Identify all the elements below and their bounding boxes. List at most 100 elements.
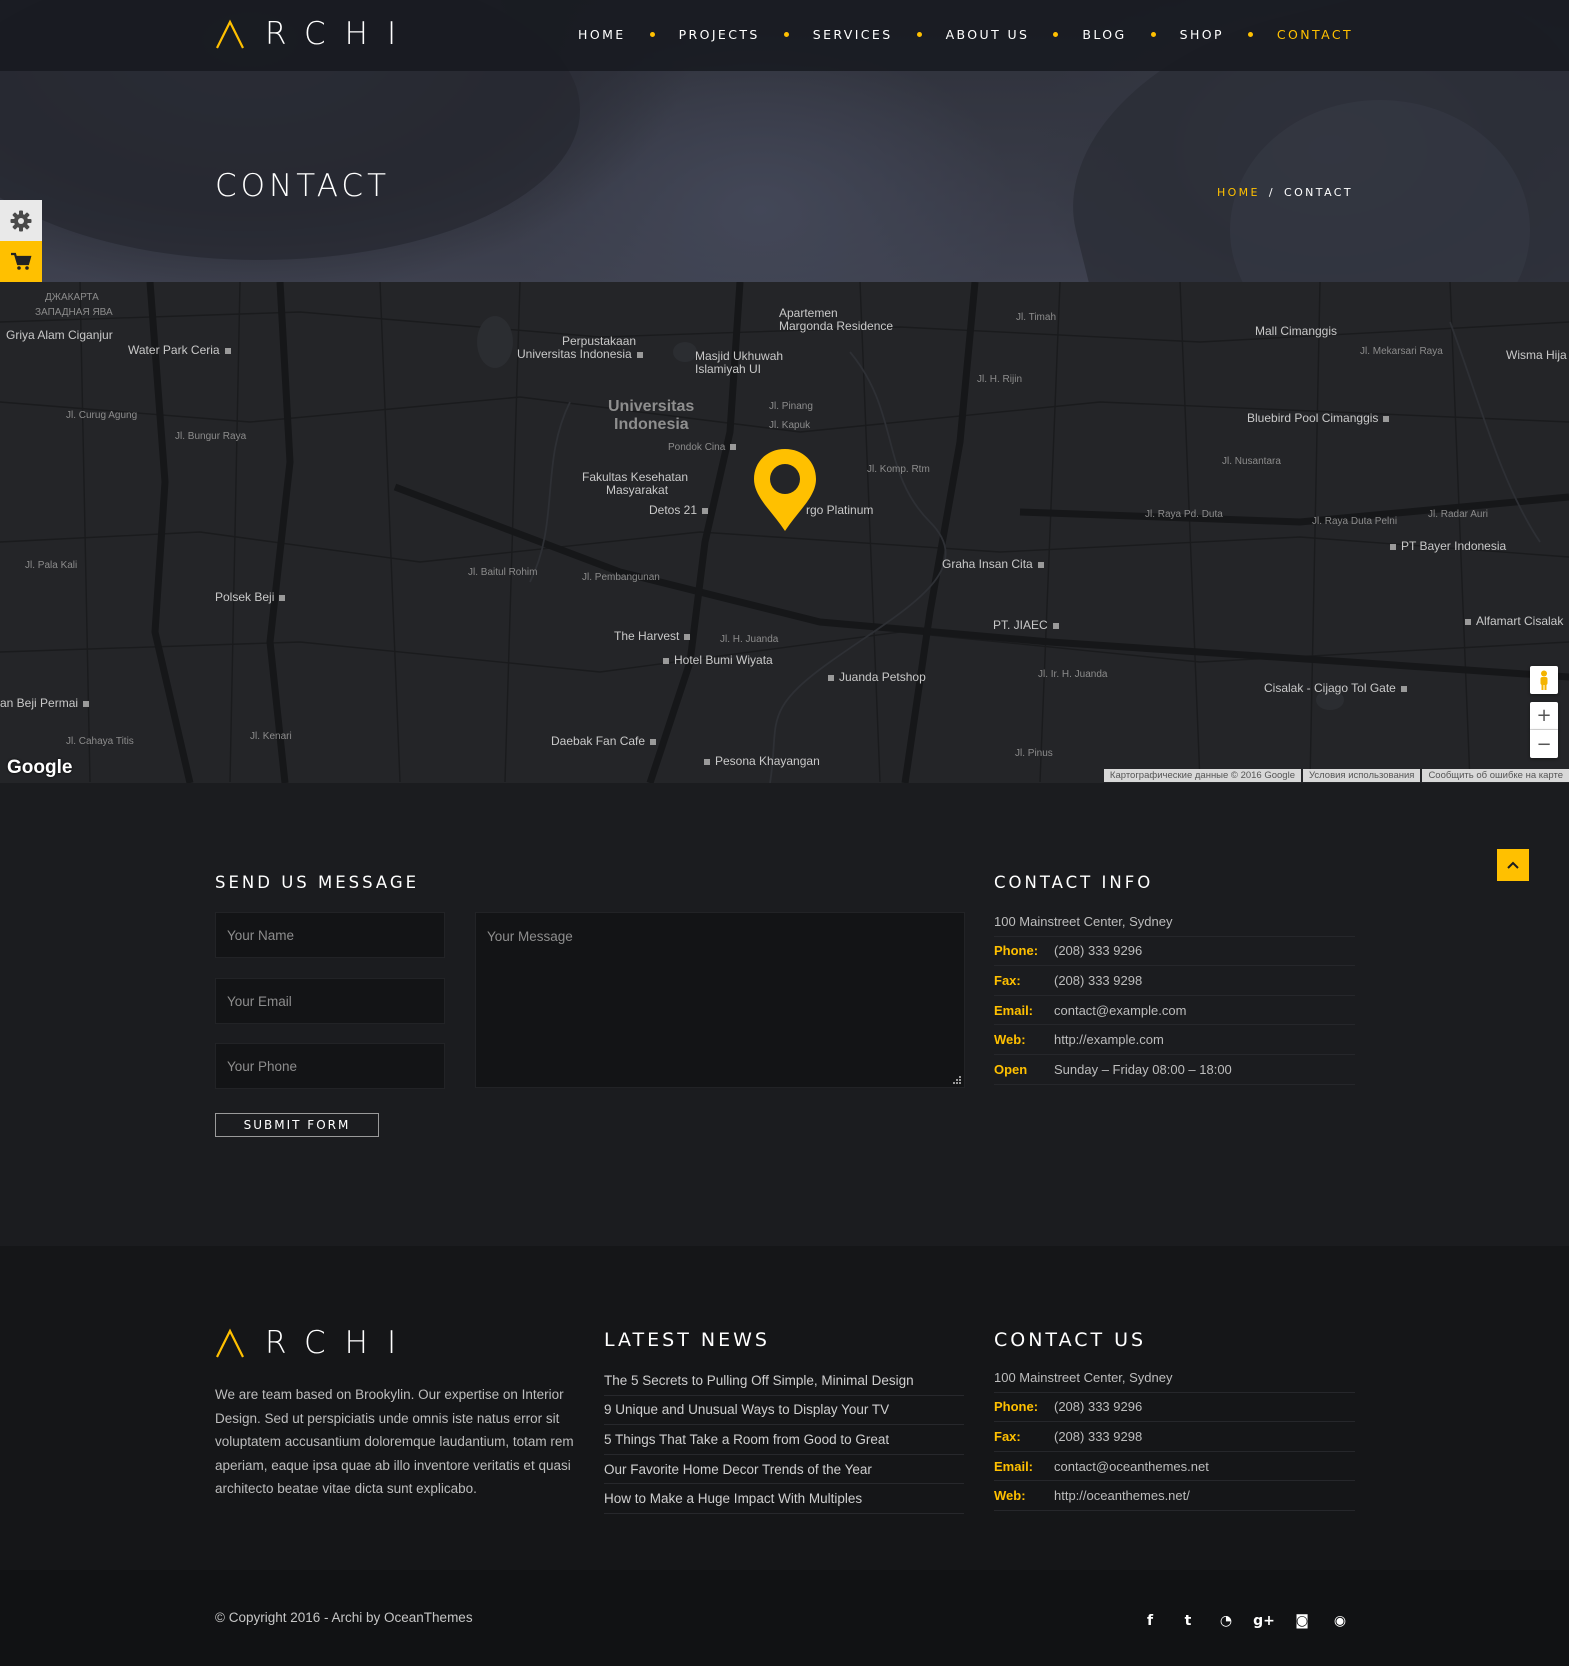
message-textarea[interactable]: Your Message <box>475 912 965 1088</box>
news-item[interactable]: Our Favorite Home Decor Trends of the Ye… <box>604 1455 964 1485</box>
map-label: Jl. Curug Agung <box>66 410 138 421</box>
nav-separator-dot <box>783 32 789 37</box>
hours-label: Open <box>994 1061 1028 1077</box>
map-label: Jl. Raya Pd. Duta <box>1145 509 1223 520</box>
map-label: PT. JIAEC <box>993 618 1059 632</box>
map-label: Detos 21 <box>649 503 708 517</box>
map-label: Pondok Cina <box>668 442 736 453</box>
news-item[interactable]: How to Make a Huge Impact With Multiples <box>604 1484 964 1514</box>
web-label: Web: <box>994 1032 1026 1048</box>
news-item[interactable]: 9 Unique and Unusual Ways to Display You… <box>604 1396 964 1426</box>
gear-icon <box>10 210 32 231</box>
nav-home[interactable]: HOME <box>578 27 626 42</box>
map-label: The Harvest <box>614 629 690 643</box>
message-placeholder: Your Message <box>487 929 573 944</box>
copyright-text: © Copyright 2016 - Archi by OceanThemes <box>215 1610 473 1625</box>
contact-address: 100 Mainstreet Center, Sydney <box>994 907 1355 937</box>
email-link[interactable]: contact@example.com <box>1054 1003 1186 1018</box>
facebook-icon[interactable]: f <box>1131 1611 1169 1631</box>
contact-info-title: CONTACT INFO <box>994 873 1154 892</box>
nav-shop[interactable]: SHOP <box>1180 27 1224 42</box>
github-icon[interactable]: ◉ <box>1321 1611 1359 1631</box>
back-to-top-button[interactable] <box>1497 849 1529 881</box>
hours-value: Sunday – Friday 08:00 – 18:00 <box>1054 1061 1232 1077</box>
rss-icon[interactable]: ◔ <box>1207 1611 1245 1631</box>
name-input[interactable]: Your Name <box>215 912 445 958</box>
map-label: Fakultas Kesehatan <box>582 470 689 484</box>
map-label: Daebak Fan Cafe <box>551 734 656 748</box>
map-label: Jl. Raya Duta Pelni <box>1312 516 1398 527</box>
location-map[interactable]: ДЖАКАРТА ЗАПАДНАЯ ЯВА Griya Alam Ciganju… <box>0 282 1569 783</box>
map-attribution: Картографические данные © 2016 Google Ус… <box>1102 769 1569 782</box>
nav-separator-dot <box>1150 32 1156 37</box>
map-label: Masyarakat <box>606 483 669 497</box>
footer-about-text: We are team based on Brookylin. Our expe… <box>215 1387 574 1496</box>
nav-blog[interactable]: BLOG <box>1082 27 1126 42</box>
google-plus-icon[interactable]: g+ <box>1245 1611 1283 1631</box>
map-report-link[interactable]: Сообщить об ошибке на карте <box>1422 769 1569 782</box>
map-label: Graha Insan Cita <box>942 557 1044 571</box>
phone-value: (208) 333 9296 <box>1054 943 1143 959</box>
email-input[interactable]: Your Email <box>215 978 445 1024</box>
contact-web: Web: http://example.com <box>994 1025 1355 1055</box>
contact-info-list: 100 Mainstreet Center, Sydney Phone: (208… <box>994 907 1355 1085</box>
map-label: Cisalak - Cijago Tol Gate <box>1264 681 1407 695</box>
twitter-icon[interactable]: t <box>1169 1611 1207 1631</box>
pegman-icon <box>1540 670 1548 690</box>
email-link[interactable]: contact@oceanthemes.net <box>1054 1459 1209 1474</box>
zoom-out-button[interactable]: − <box>1530 730 1558 758</box>
web-link[interactable]: http://oceanthemes.net/ <box>1054 1488 1190 1503</box>
map-label: Polsek Beji <box>215 590 285 604</box>
map-label: Jl. Bungur Raya <box>175 431 247 442</box>
social-links: f t ◔ g+ ◙ ◉ <box>1131 1611 1359 1631</box>
site-logo[interactable]: RCHI <box>215 16 415 52</box>
map-label: Jl. Kapuk <box>769 420 811 431</box>
map-label: Jl. Cahaya Titis <box>66 736 134 747</box>
map-label: Masjid Ukhuwah <box>695 349 784 363</box>
page-title: CONTACT <box>215 168 391 204</box>
cart-panel-toggle[interactable] <box>0 241 42 282</box>
news-item[interactable]: The 5 Secrets to Pulling Off Simple, Min… <box>604 1366 964 1396</box>
map-terms-link[interactable]: Условия использования <box>1302 769 1421 782</box>
top-navigation-bar: RCHI HOME PROJECTS SERVICES ABOUT US BLO… <box>0 0 1569 71</box>
nav-contact[interactable]: CONTACT <box>1277 27 1353 42</box>
submit-form-button[interactable]: SUBMIT FORM <box>215 1113 379 1137</box>
fax-label: Fax: <box>994 1428 1021 1444</box>
contact-form-title: SEND US MESSAGE <box>215 873 420 892</box>
map-label: Jl. H. Rijin <box>977 374 1023 385</box>
street-view-pegman[interactable] <box>1530 666 1558 694</box>
resize-grip-icon[interactable] <box>953 1076 961 1084</box>
map-label: Margonda Residence <box>779 319 894 333</box>
nav-separator-dot <box>649 32 655 37</box>
latest-news-list: The 5 Secrets to Pulling Off Simple, Min… <box>604 1366 964 1514</box>
logo-mark-icon <box>216 19 244 49</box>
map-pin-icon[interactable] <box>752 447 818 533</box>
map-label: Universitas <box>608 398 695 415</box>
web-label: Web: <box>994 1488 1026 1504</box>
nav-projects[interactable]: PROJECTS <box>679 27 760 42</box>
map-label: Jl. Pala Kali <box>25 560 78 571</box>
logo-wordmark: RCHI <box>265 16 416 52</box>
footer-phone: Phone: (208) 333 9296 <box>994 1393 1355 1423</box>
map-label: Pesona Khayangan <box>704 754 820 768</box>
news-item[interactable]: 5 Things That Take a Room from Good to G… <box>604 1425 964 1455</box>
breadcrumb-home-link[interactable]: HOME <box>1217 186 1260 199</box>
settings-panel-toggle[interactable] <box>0 200 42 241</box>
phone-input[interactable]: Your Phone <box>215 1043 445 1089</box>
map-label: PT Bayer Indonesia <box>1390 539 1506 553</box>
address-text: 100 Mainstreet Center, Sydney <box>994 1369 1173 1385</box>
map-label: Jl. Komp. Rtm <box>867 464 930 475</box>
map-label: Jl. Ir. H. Juanda <box>1038 669 1108 680</box>
footer-logo[interactable]: RCHI <box>215 1325 415 1361</box>
nav-services[interactable]: SERVICES <box>813 27 893 42</box>
breadcrumb-separator: / <box>1268 186 1276 199</box>
breadcrumb-current: CONTACT <box>1284 186 1353 199</box>
footer-fax: Fax: (208) 333 9298 <box>994 1422 1355 1452</box>
zoom-in-button[interactable]: + <box>1530 702 1558 730</box>
nav-about-us[interactable]: ABOUT US <box>946 27 1030 42</box>
map-label: Alfamart Cisalak <box>1465 614 1563 628</box>
instagram-icon[interactable]: ◙ <box>1283 1611 1321 1631</box>
map-label: ЗАПАДНАЯ ЯВА <box>35 307 113 318</box>
map-label: Jl. Radar Auri <box>1428 509 1489 520</box>
web-link[interactable]: http://example.com <box>1054 1032 1164 1047</box>
